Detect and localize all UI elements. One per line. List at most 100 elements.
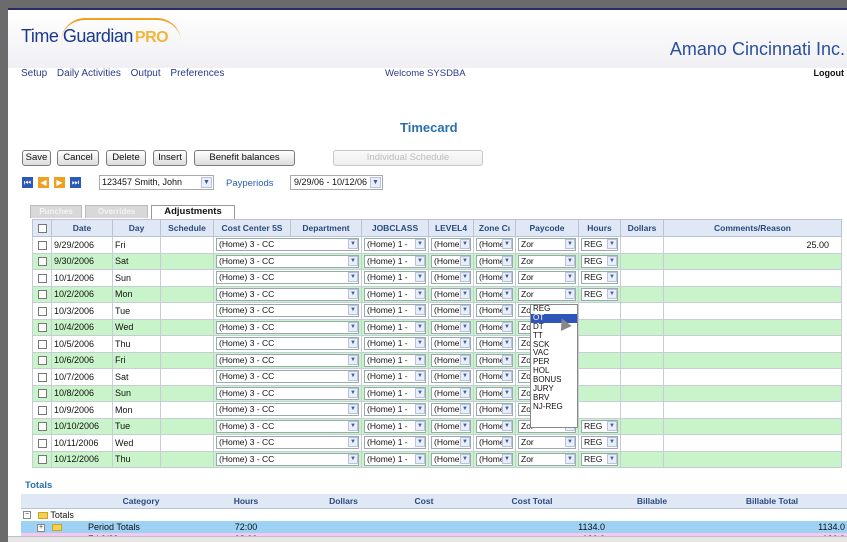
cost-center-select[interactable]: (Home) 3 - CC ▼ xyxy=(216,386,359,400)
paycode-select[interactable]: REG ▼ xyxy=(581,287,618,301)
cost-center-select[interactable]: (Home) 3 - CC ▼ xyxy=(216,353,359,367)
department-select[interactable]: (Home) 1 - ▼ xyxy=(364,386,426,400)
table-row[interactable]: 10/10/2006 Tue (Home) 3 - CC ▼ (Home) 1 - ▼ (H… xyxy=(32,417,842,435)
jobclass-select[interactable]: (Home) 1 ▼ xyxy=(431,436,471,450)
menu-daily-activities[interactable]: Daily Activities xyxy=(57,68,121,79)
benefit-balances-button[interactable]: Benefit balances xyxy=(194,150,295,166)
row-checkbox[interactable] xyxy=(37,290,47,300)
table-row[interactable]: 9/29/2006 Fri (Home) 3 - CC ▼ (Home) 1 - ▼ (Ho… xyxy=(32,236,842,254)
totals-header-hours[interactable]: Hours xyxy=(196,494,296,509)
hours-cell[interactable] xyxy=(620,269,664,287)
department-select[interactable]: (Home) 1 - ▼ xyxy=(364,320,426,334)
row-checkbox[interactable] xyxy=(37,422,47,432)
table-row[interactable]: 10/5/2006 Thu (Home) 3 - CC ▼ (Home) 1 - ▼ (Ho… xyxy=(32,335,842,353)
dollars-cell[interactable] xyxy=(663,384,842,402)
dollars-cell[interactable] xyxy=(663,302,842,320)
jobclass-select[interactable]: (Home) 1 ▼ xyxy=(431,353,471,367)
header-level4[interactable]: LEVEL4 xyxy=(428,219,474,237)
collapse-icon[interactable]: − xyxy=(23,511,31,520)
totals-header-cost[interactable]: Cost xyxy=(391,494,457,509)
previous-record-icon[interactable]: ◀ xyxy=(38,177,49,188)
dollars-cell[interactable] xyxy=(663,351,842,369)
totals-header-dollars[interactable]: Dollars xyxy=(296,494,391,509)
jobclass-select[interactable]: (Home) 1 ▼ xyxy=(431,271,471,285)
level4-select[interactable]: (Home ▼ xyxy=(476,320,513,334)
level4-select[interactable]: (Home ▼ xyxy=(476,386,513,400)
totals-header-category[interactable]: Category xyxy=(86,494,196,509)
totals-header-cost-total[interactable]: Cost Total xyxy=(457,494,607,509)
menu-setup[interactable]: Setup xyxy=(21,68,47,79)
table-row[interactable]: 10/9/2006 Mon (Home) 3 - CC ▼ (Home) 1 - ▼ (Ho… xyxy=(32,401,842,419)
row-checkbox[interactable] xyxy=(37,339,47,349)
cost-center-select[interactable]: (Home) 3 - CC ▼ xyxy=(216,320,359,334)
level4-select[interactable]: (Home ▼ xyxy=(476,238,513,252)
hours-cell[interactable] xyxy=(620,401,664,419)
header-comments[interactable]: Comments/Reason xyxy=(663,219,842,237)
save-button[interactable]: Save xyxy=(22,150,51,166)
table-row[interactable]: 10/8/2006 Sun (Home) 3 - CC ▼ (Home) 1 - ▼ (Ho… xyxy=(32,384,842,402)
level4-select[interactable]: (Home ▼ xyxy=(476,254,513,268)
cost-center-select[interactable]: (Home) 3 - CC ▼ xyxy=(216,419,359,433)
delete-button[interactable]: Delete xyxy=(106,150,146,166)
level4-select[interactable]: (Home ▼ xyxy=(476,370,513,384)
cost-center-select[interactable]: (Home) 3 - CC ▼ xyxy=(216,304,359,318)
totals-header-billable-total[interactable]: Billable Total xyxy=(697,494,847,509)
hours-cell[interactable] xyxy=(620,450,664,468)
jobclass-select[interactable]: (Home) 1 ▼ xyxy=(431,238,471,252)
dollars-cell[interactable]: 25.00 xyxy=(663,236,842,254)
row-checkbox[interactable] xyxy=(37,372,47,382)
dollars-cell[interactable] xyxy=(663,417,842,435)
cost-center-select[interactable]: (Home) 3 - CC ▼ xyxy=(216,370,359,384)
paycode-select[interactable]: REG ▼ xyxy=(581,271,618,285)
department-select[interactable]: (Home) 1 - ▼ xyxy=(364,254,426,268)
header-hours[interactable]: Hours xyxy=(578,219,621,237)
paycode-select[interactable]: REG ▼ xyxy=(581,419,618,433)
table-row[interactable]: 10/4/2006 Wed (Home) 3 - CC ▼ (Home) 1 - ▼ (Ho… xyxy=(32,318,842,336)
cost-center-select[interactable]: (Home) 3 - CC ▼ xyxy=(216,436,359,450)
cost-center-select[interactable]: (Home) 3 - CC ▼ xyxy=(216,238,359,252)
last-record-icon[interactable]: ⏭ xyxy=(70,177,81,188)
level4-select[interactable]: (Home ▼ xyxy=(476,436,513,450)
header-schedule[interactable]: Schedule xyxy=(160,219,214,237)
table-row[interactable]: 10/12/2006 Thu (Home) 3 - CC ▼ (Home) 1 - ▼ (H… xyxy=(32,450,842,468)
level4-select[interactable]: (Home ▼ xyxy=(476,452,513,466)
zone-select[interactable]: Zor ▼ xyxy=(518,287,576,301)
logout-link[interactable]: Logout xyxy=(814,68,845,78)
hours-cell[interactable] xyxy=(620,285,664,303)
level4-select[interactable]: (Home ▼ xyxy=(476,337,513,351)
zone-select[interactable]: Zor ▼ xyxy=(518,436,576,450)
hours-cell[interactable] xyxy=(620,252,664,270)
row-checkbox[interactable] xyxy=(37,240,47,250)
department-select[interactable]: (Home) 1 - ▼ xyxy=(364,436,426,450)
level4-select[interactable]: (Home ▼ xyxy=(476,287,513,301)
totals-row[interactable]: + Period Totals 72:00 1134.0 1134.0 xyxy=(21,521,847,533)
department-select[interactable]: (Home) 1 - ▼ xyxy=(364,452,426,466)
dollars-cell[interactable] xyxy=(663,285,842,303)
header-paycode[interactable]: Paycode xyxy=(515,219,579,237)
level4-select[interactable]: (Home ▼ xyxy=(476,271,513,285)
level4-select[interactable]: (Home ▼ xyxy=(476,304,513,318)
table-row[interactable]: 10/6/2006 Fri (Home) 3 - CC ▼ (Home) 1 - ▼ (Ho… xyxy=(32,351,842,369)
insert-button[interactable]: Insert xyxy=(153,150,187,166)
level4-select[interactable]: (Home ▼ xyxy=(476,419,513,433)
header-zone[interactable]: Zone Cı xyxy=(473,219,516,237)
expand-icon[interactable]: + xyxy=(37,523,45,532)
level4-select[interactable]: (Home ▼ xyxy=(476,403,513,417)
department-select[interactable]: (Home) 1 - ▼ xyxy=(364,370,426,384)
menu-output[interactable]: Output xyxy=(131,68,161,79)
paycode-select[interactable]: REG ▼ xyxy=(581,254,618,268)
paycode-select[interactable]: REG ▼ xyxy=(581,238,618,252)
header-cost-center[interactable]: Cost Center 5S xyxy=(213,219,291,237)
first-record-icon[interactable]: ⏮ xyxy=(22,177,33,188)
individual-schedule-button[interactable]: Individual Schedule xyxy=(333,150,483,166)
hours-cell[interactable] xyxy=(620,434,664,452)
table-row[interactable]: 10/2/2006 Mon (Home) 3 - CC ▼ (Home) 1 - ▼ (Ho… xyxy=(32,285,842,303)
department-select[interactable]: (Home) 1 - ▼ xyxy=(364,353,426,367)
cost-center-select[interactable]: (Home) 3 - CC ▼ xyxy=(216,337,359,351)
jobclass-select[interactable]: (Home) 1 ▼ xyxy=(431,304,471,318)
totals-header-billable[interactable]: Billable xyxy=(607,494,697,509)
row-checkbox[interactable] xyxy=(37,438,47,448)
dollars-cell[interactable] xyxy=(663,269,842,287)
menu-preferences[interactable]: Preferences xyxy=(170,68,224,79)
header-day[interactable]: Day xyxy=(112,219,161,237)
